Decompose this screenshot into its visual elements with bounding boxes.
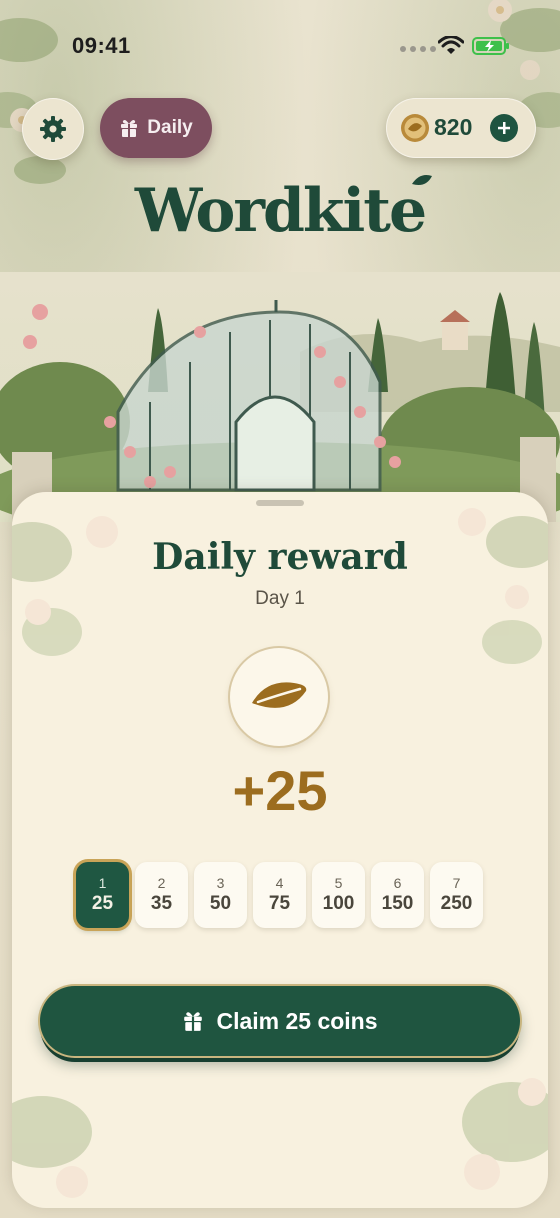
coin-count: 820 (434, 114, 473, 140)
plus-icon (498, 122, 510, 134)
day-number: 4 (275, 875, 284, 891)
day-reward-value: 50 (209, 893, 232, 914)
reward-day-label: Day 1 (255, 588, 305, 609)
leaf-icon (412, 175, 432, 185)
gift-icon (121, 120, 138, 137)
daily-label: Daily (147, 117, 193, 138)
day-number: 6 (393, 875, 402, 891)
day-card: 1 25 (76, 862, 129, 928)
day-reward-value: 75 (268, 893, 291, 914)
reward-icon-badge (230, 648, 328, 746)
day-number: 7 (452, 875, 461, 891)
day-number: 3 (216, 875, 225, 891)
day-reward-value: 150 (381, 893, 414, 914)
settings-button[interactable] (22, 98, 84, 160)
reward-title: Daily reward (152, 536, 408, 578)
battery-icon (472, 37, 509, 55)
day-reward-value: 250 (440, 893, 473, 914)
add-coins-button[interactable] (490, 114, 518, 142)
day-card: 2 35 (135, 862, 188, 928)
claim-reward-button[interactable]: Claim 25 coins (40, 986, 520, 1056)
day-reward-value: 35 (150, 893, 173, 914)
coin-balance[interactable]: 820 (386, 98, 536, 158)
greenhouse-illustration (0, 272, 560, 522)
reward-days-row: 1 25 2 35 3 50 4 75 5 100 6 150 7 250 (76, 862, 483, 928)
day-reward-value: 25 (91, 893, 114, 914)
day-card: 4 75 (253, 862, 306, 928)
day-card: 3 50 (194, 862, 247, 928)
coin-icon (401, 114, 429, 142)
day-card: 6 150 (371, 862, 424, 928)
day-number: 2 (157, 875, 166, 891)
gear-icon (40, 116, 66, 142)
day-number: 5 (334, 875, 343, 891)
app-logo: Wordkite (134, 176, 427, 246)
status-bar: 09:41 (0, 0, 560, 90)
claim-button-label: Claim 25 coins (216, 1007, 378, 1034)
day-card: 5 100 (312, 862, 365, 928)
day-number: 1 (98, 875, 107, 891)
day-card: 7 250 (430, 862, 483, 928)
sheet-drag-handle[interactable] (256, 500, 304, 506)
leaf-icon (252, 682, 307, 708)
gift-icon (184, 1012, 203, 1031)
day-reward-value: 100 (322, 893, 355, 914)
signal-icon (400, 46, 436, 52)
status-time: 09:41 (72, 33, 131, 58)
reward-amount: +25 (232, 759, 328, 822)
wifi-icon (438, 36, 464, 54)
daily-reward-sheet: Daily reward Day 1 +25 1 25 2 35 3 50 4 … (12, 492, 548, 1208)
daily-button[interactable]: Daily (100, 98, 212, 158)
